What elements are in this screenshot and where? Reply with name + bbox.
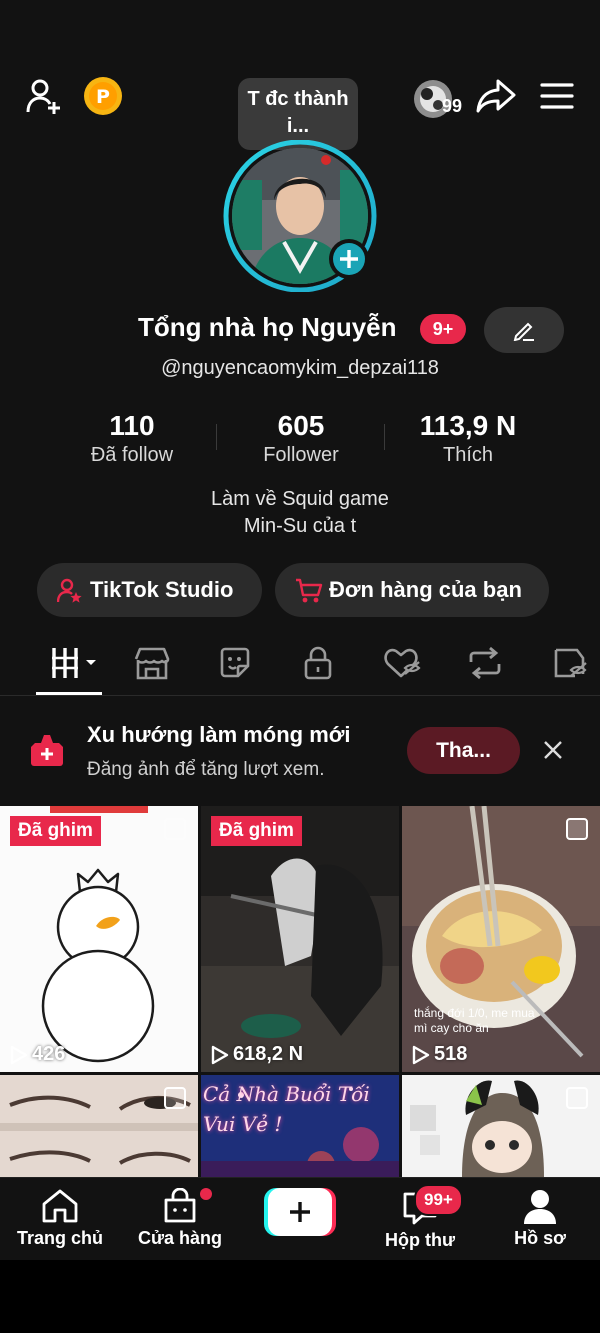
nav-home[interactable]: Trang chủ: [0, 1188, 120, 1249]
notification-count: 99: [442, 96, 463, 116]
pinned-badge: Đã ghim: [211, 816, 302, 846]
tab-videos-grid-icon[interactable]: [50, 646, 100, 680]
nav-label: Hồ sơ: [514, 1228, 566, 1248]
nav-label: Trang chủ: [16, 1228, 103, 1248]
add-friend-icon[interactable]: [24, 76, 64, 116]
multi-photo-icon: [164, 818, 186, 840]
video-tile[interactable]: thắng đới 1/0, me mua mì cay cho ăn 518: [402, 806, 600, 1072]
tabs-divider: [0, 695, 600, 696]
nav-shop[interactable]: Cửa hàng: [120, 1188, 240, 1249]
play-icon: [211, 1045, 229, 1064]
view-count: 618,2 N: [211, 1043, 303, 1066]
edit-profile-button[interactable]: [484, 307, 564, 353]
points-coin-icon[interactable]: P: [83, 76, 123, 116]
stat-divider: [384, 424, 385, 450]
stat-value: 110: [109, 410, 155, 441]
tab-repost-icon[interactable]: [467, 646, 503, 680]
tab-private-lock-icon[interactable]: [303, 646, 333, 680]
tiktok-studio-label: TikTok Studio: [90, 577, 234, 602]
tab-shop-icon[interactable]: [134, 646, 170, 680]
profile-handle: @nguyencaomykim_depzai118: [161, 357, 439, 379]
bottom-nav: Trang chủ Cửa hàng 99+ Hộp thư Hồ sơ: [0, 1177, 600, 1260]
profile-name: Tổng nhà họ Nguyễn: [138, 312, 397, 342]
stat-value: 605: [277, 410, 325, 441]
pencil-icon: [513, 319, 535, 341]
view-count: 426: [10, 1043, 65, 1066]
view-count-text: 518: [434, 1043, 468, 1065]
orders-button[interactable]: Đơn hàng của bạn: [275, 563, 549, 617]
bio-line: Làm về Squid game: [211, 488, 389, 510]
pinned-badge: Đã ghim: [10, 816, 101, 846]
stat-label: Follower: [263, 444, 339, 466]
promo-subtitle: Đăng ảnh để tăng lượt xem.: [87, 759, 325, 780]
promo-action-button[interactable]: Tha...: [407, 727, 520, 774]
tab-sticker-icon[interactable]: [218, 646, 252, 680]
video-caption: thắng đới 1/0, me mua mì cay cho ăn: [414, 1006, 535, 1035]
multi-photo-icon: [566, 818, 588, 840]
nav-inbox[interactable]: 99+ Hộp thư: [360, 1184, 480, 1251]
video-tile[interactable]: Cả Nhà Buổi Tối Vui Vẻ !: [201, 1075, 399, 1177]
bio-line: Min-Su của t: [243, 515, 357, 537]
video-tile[interactable]: [402, 1075, 600, 1177]
orders-label: Đơn hàng của bạn: [329, 577, 522, 602]
shopping-bag-icon: [164, 1188, 196, 1223]
name-badge: 9+: [420, 314, 466, 344]
view-count-text: 618,2 N: [233, 1043, 304, 1065]
nav-label: Cửa hàng: [137, 1228, 223, 1248]
play-icon: [412, 1045, 430, 1064]
home-icon: [42, 1189, 78, 1223]
stat-label: Thích: [442, 444, 494, 466]
stat-followers[interactable]: 605 Follower: [231, 410, 371, 467]
cart-icon: [295, 578, 323, 604]
svg-text:P: P: [96, 86, 110, 108]
video-tile[interactable]: [0, 1075, 198, 1177]
view-count-text: 426: [32, 1043, 66, 1065]
profile-screen: P T đc thành i... 99 Tổng nhà họ Nguyễn …: [0, 0, 600, 1260]
view-count: 518: [412, 1043, 467, 1066]
profile-icon: [524, 1190, 556, 1224]
stat-likes[interactable]: 113,9 N Thích: [398, 410, 538, 467]
nav-profile[interactable]: Hồ sơ: [480, 1188, 600, 1249]
stat-divider: [216, 424, 217, 450]
menu-icon[interactable]: [540, 82, 574, 110]
tiktok-studio-button[interactable]: TikTok Studio: [37, 563, 262, 617]
inbox-badge: 99+: [414, 1184, 463, 1216]
video-tile[interactable]: Đã ghim 618,2 N: [201, 806, 399, 1072]
video-caption: Cả Nhà Buổi Tối Vui Vẻ !: [203, 1082, 370, 1136]
shop-dot-badge: [200, 1188, 212, 1200]
tab-liked-hidden-icon[interactable]: [383, 646, 421, 680]
multi-photo-icon: [566, 1087, 588, 1109]
create-button[interactable]: [264, 1188, 336, 1236]
multi-photo-icon: [164, 1087, 186, 1109]
plus-icon: [290, 1202, 310, 1222]
stat-value: 113,9 N: [419, 410, 517, 441]
stat-following[interactable]: 110 Đã follow: [62, 410, 202, 467]
studio-person-icon: [57, 578, 83, 604]
tab-saved-hidden-icon[interactable]: [553, 646, 589, 680]
nav-label: Hộp thư: [384, 1230, 455, 1250]
stat-label: Đã follow: [90, 444, 174, 466]
play-icon: [10, 1045, 28, 1064]
close-icon[interactable]: [543, 740, 563, 760]
video-tile[interactable]: Đã ghim 426: [0, 806, 198, 1072]
add-avatar-icon[interactable]: [328, 238, 370, 280]
share-icon[interactable]: [476, 78, 516, 114]
profile-avatar[interactable]: [218, 139, 382, 293]
promo-title: Xu hướng làm móng mới: [87, 722, 351, 747]
nail-trend-icon: [28, 731, 66, 769]
